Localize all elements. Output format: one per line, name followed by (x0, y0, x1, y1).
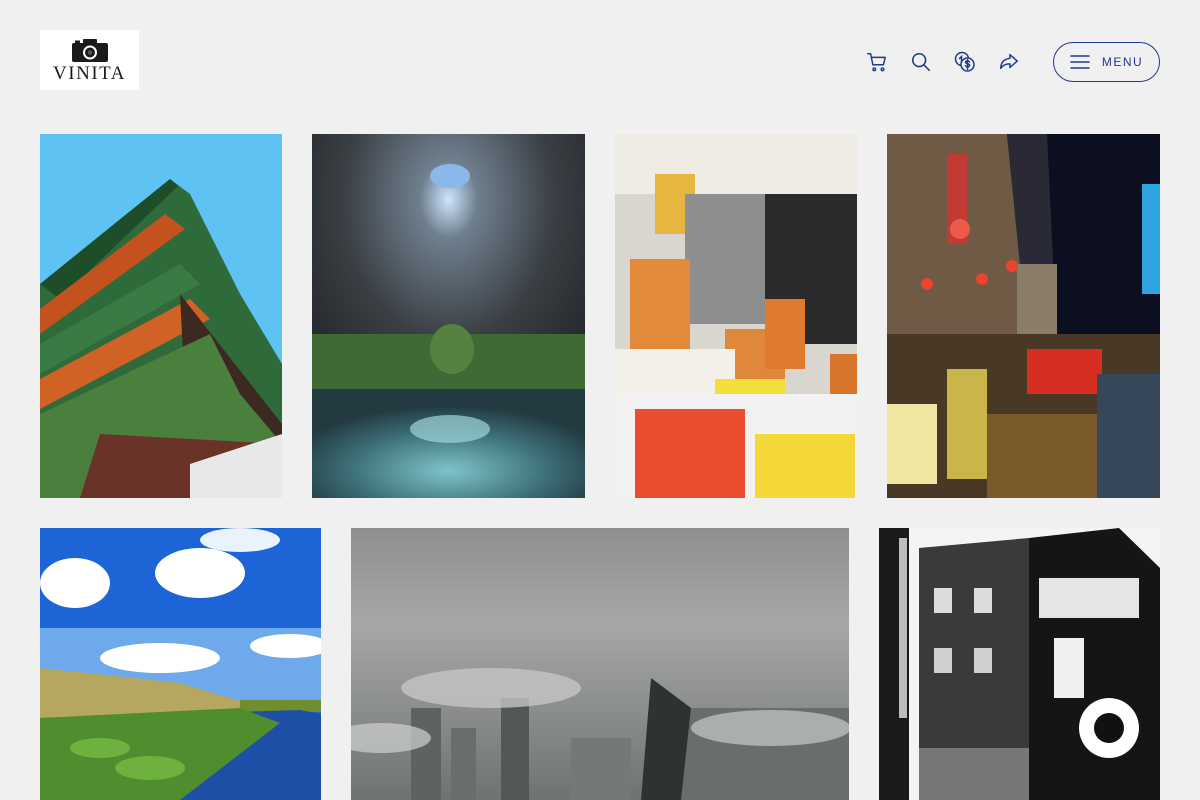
wetland-image (40, 528, 321, 800)
currency-icon (954, 51, 975, 72)
photo-korean-palace-roof[interactable] (40, 134, 282, 498)
night-market-image (887, 134, 1160, 498)
photo-hive-sculpture[interactable] (312, 134, 585, 498)
dim-sum-stall-image (615, 134, 857, 498)
menu-button[interactable]: MENU (1053, 42, 1160, 82)
palace-roof-image (40, 134, 282, 498)
hamburger-icon (1070, 55, 1090, 69)
share-icon (1000, 53, 1018, 70)
photo-night-market[interactable] (887, 134, 1160, 498)
logo-text: VINITA (53, 62, 126, 84)
cart-button[interactable] (865, 50, 889, 74)
menu-label: MENU (1101, 55, 1144, 69)
graffiti-building-image (879, 528, 1160, 800)
site-logo[interactable]: VINITA (40, 30, 139, 90)
search-button[interactable] (909, 50, 933, 74)
hive-sculpture-image (312, 134, 585, 498)
header-nav: MENU (865, 41, 1160, 83)
search-icon (911, 52, 931, 72)
share-button[interactable] (997, 50, 1021, 74)
cart-icon (867, 53, 886, 72)
foggy-city-image (351, 528, 849, 800)
photo-graffiti-building[interactable] (879, 528, 1160, 800)
photo-dim-sum-stall[interactable] (615, 134, 857, 498)
currency-button[interactable] (953, 50, 977, 74)
photo-foggy-city[interactable] (351, 528, 849, 800)
page: VINITA MENU (0, 0, 1200, 800)
photo-wetland[interactable] (40, 528, 321, 800)
camera-icon (71, 38, 108, 62)
